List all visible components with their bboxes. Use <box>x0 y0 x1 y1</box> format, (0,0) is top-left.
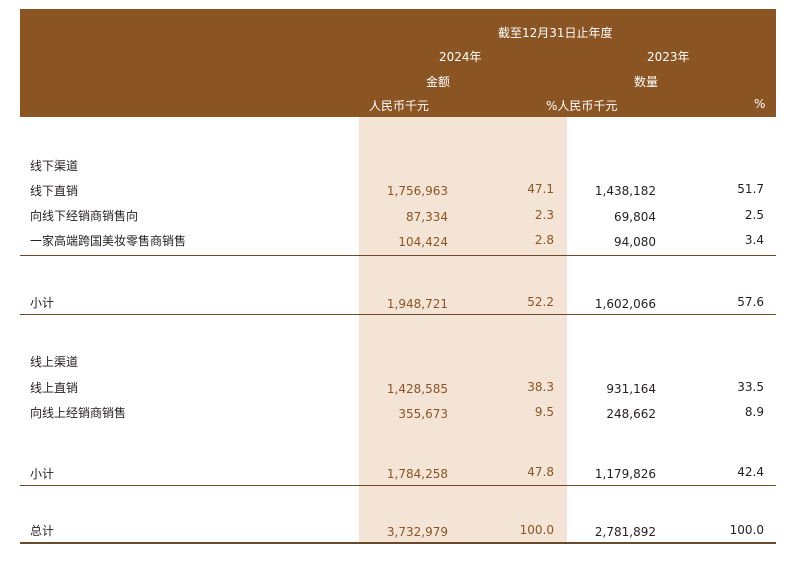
amount-2024-cell: 1,428,585 <box>386 382 448 396</box>
year-2023-heading: 2023年 <box>647 50 690 64</box>
divider <box>20 314 776 315</box>
amount-2023-cell: 248,662 <box>606 407 656 421</box>
pct-2024-cell: 47.1 <box>527 182 554 196</box>
amount-2023-cell: 94,080 <box>614 235 656 249</box>
row-label: 线上渠道 <box>30 355 79 369</box>
period-heading: 截至12月31日止年度 <box>498 26 613 40</box>
pct-2024-cell: 52.2 <box>527 295 554 309</box>
amount-2023-cell: 69,804 <box>614 210 656 224</box>
amount-2023-cell: 2,781,892 <box>594 525 656 539</box>
pct-2024-cell: 2.3 <box>534 208 554 222</box>
pct-2024-cell: 47.8 <box>527 465 554 479</box>
pct-2023-cell: 51.7 <box>737 182 764 196</box>
amount-2023-cell: 931,164 <box>606 382 656 396</box>
unit-pct-rmb-heading: %人民币千元 <box>546 99 618 113</box>
pct-2024-cell: 38.3 <box>527 380 554 394</box>
unit-pct-heading: % <box>754 97 766 111</box>
row-label: 向线下经销商销售向 <box>30 209 139 223</box>
amount-2024-cell: 1,948,721 <box>386 297 448 311</box>
row-label: 线下渠道 <box>30 159 79 173</box>
amount-2024-cell: 1,784,258 <box>386 467 448 481</box>
divider <box>20 255 776 256</box>
amount-2023-cell: 1,602,066 <box>594 297 656 311</box>
row-label: 总计 <box>30 524 55 538</box>
pct-2023-cell: 57.6 <box>737 295 764 309</box>
pct-2024-cell: 9.5 <box>534 405 554 419</box>
divider <box>20 485 776 486</box>
amount-2023-cell: 1,438,182 <box>594 184 656 198</box>
pct-2023-cell: 3.4 <box>744 233 764 247</box>
table-header: 截至12月31日止年度 2024年 2023年 金额 数量 人民币千元 %人民币… <box>20 9 776 117</box>
row-label: 一家高端跨国美妆零售商销售 <box>30 234 187 248</box>
pct-2024-cell: 2.8 <box>534 233 554 247</box>
row-label: 线下直销 <box>30 184 79 198</box>
pct-2023-cell: 33.5 <box>737 380 764 394</box>
amount-2024-cell: 104,424 <box>398 235 448 249</box>
pct-2023-cell: 8.9 <box>744 405 764 419</box>
quantity-heading: 数量 <box>634 75 659 89</box>
pct-2023-cell: 42.4 <box>737 465 764 479</box>
bottom-rule <box>20 542 776 544</box>
amount-heading: 金额 <box>426 75 451 89</box>
amount-2024-cell: 3,732,979 <box>386 525 448 539</box>
pct-2023-cell: 100.0 <box>729 523 764 537</box>
row-label: 线上直销 <box>30 381 79 395</box>
unit-rmb-heading: 人民币千元 <box>369 99 430 113</box>
row-label: 小计 <box>30 296 55 310</box>
amount-2023-cell: 1,179,826 <box>594 467 656 481</box>
amount-2024-cell: 87,334 <box>406 210 448 224</box>
pct-2023-cell: 2.5 <box>744 208 764 222</box>
amount-2024-cell: 1,756,963 <box>386 184 448 198</box>
year-2024-heading: 2024年 <box>439 50 482 64</box>
amount-2024-cell: 355,673 <box>398 407 448 421</box>
pct-2024-cell: 100.0 <box>519 523 554 537</box>
row-label: 向线上经销商销售 <box>30 406 127 420</box>
row-label: 小计 <box>30 467 55 481</box>
